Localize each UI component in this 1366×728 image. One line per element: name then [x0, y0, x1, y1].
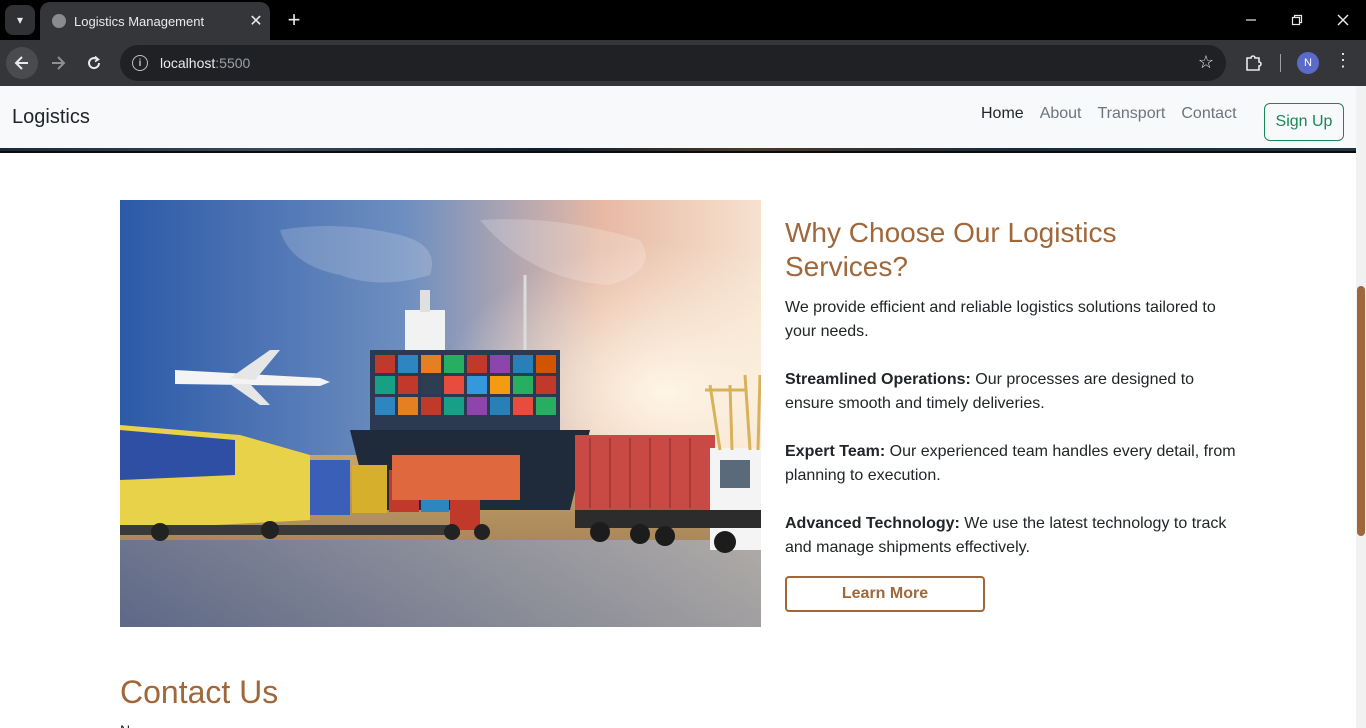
url-port: :5500 — [215, 55, 251, 71]
browser-tab[interactable]: Logistics Management ✕ — [40, 2, 270, 40]
feature-section: Why Choose Our Logistics Services? We pr… — [785, 216, 1245, 612]
feature-point-title: Advanced Technology: — [785, 515, 960, 532]
info-icon[interactable]: i — [132, 55, 148, 71]
contact-name-label: N — [120, 722, 130, 728]
tab-list-icon[interactable]: ▾ — [5, 5, 35, 35]
favicon-icon — [52, 14, 66, 28]
nav-link-transport[interactable]: Transport — [1098, 105, 1166, 123]
star-icon[interactable]: ☆ — [1198, 52, 1214, 73]
scrollbar-thumb[interactable] — [1357, 286, 1365, 536]
restore-icon[interactable] — [1274, 0, 1320, 40]
close-icon[interactable]: ✕ — [242, 11, 270, 31]
browser-tabbar: ▾ Logistics Management ✕ + — [0, 0, 1366, 40]
feature-heading: Why Choose Our Logistics Services? — [785, 217, 1117, 282]
plus-icon[interactable]: + — [280, 6, 308, 34]
feature-point-title: Streamlined Operations: — [785, 371, 971, 388]
logistics-image — [120, 200, 761, 627]
feature-point: Advanced Technology: We use the latest t… — [785, 512, 1245, 560]
page-viewport: Logistics Home About Transport Contact S… — [0, 86, 1366, 728]
address-bar[interactable]: i localhost:5500 ☆ — [120, 45, 1226, 81]
forward-icon[interactable] — [42, 47, 74, 79]
nav-link-about[interactable]: About — [1040, 105, 1082, 123]
kebab-icon[interactable]: ⋮ — [1333, 50, 1353, 76]
nav-link-home[interactable]: Home — [981, 105, 1024, 123]
reload-icon[interactable] — [78, 47, 110, 79]
learn-more-button[interactable]: Learn More — [785, 576, 985, 612]
extensions-icon[interactable] — [1242, 52, 1264, 74]
signup-button[interactable]: Sign Up — [1264, 103, 1344, 141]
site-brand[interactable]: Logistics — [12, 106, 90, 129]
feature-intro: We provide efficient and reliable logist… — [785, 299, 1216, 340]
window-close-icon[interactable] — [1320, 0, 1366, 40]
feature-point: Streamlined Operations: Our processes ar… — [785, 368, 1245, 416]
feature-point: Expert Team: Our experienced team handle… — [785, 440, 1245, 488]
site-navbar: Logistics Home About Transport Contact S… — [0, 86, 1356, 148]
nav-link-contact[interactable]: Contact — [1181, 105, 1236, 123]
minimize-icon[interactable] — [1228, 0, 1274, 40]
avatar[interactable]: N — [1297, 52, 1319, 74]
toolbar-divider — [1280, 54, 1281, 72]
browser-toolbar: i localhost:5500 ☆ N ⋮ — [0, 40, 1366, 86]
back-icon[interactable] — [6, 47, 38, 79]
tab-title: Logistics Management — [74, 13, 205, 29]
feature-point-title: Expert Team: — [785, 443, 886, 460]
url-host: localhost — [160, 55, 216, 71]
hero-image-strip — [0, 148, 1356, 153]
page-scrollbar[interactable] — [1356, 86, 1366, 728]
contact-heading: Contact Us — [120, 674, 279, 710]
nav-links: Home About Transport Contact — [981, 105, 1237, 123]
